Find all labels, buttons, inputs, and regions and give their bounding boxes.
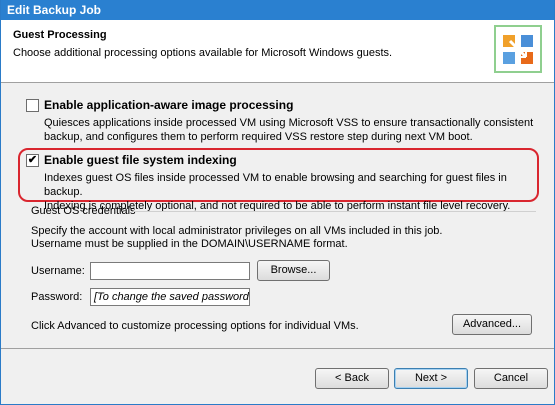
- indexing-description-line1: Indexes guest OS files inside processed …: [44, 172, 507, 198]
- browse-button[interactable]: Browse...: [257, 260, 330, 281]
- credentials-group-label: Guest OS credentials: [31, 205, 136, 217]
- edit-backup-job-window: Edit Backup Job Guest Processing Choose …: [0, 0, 555, 405]
- advanced-button[interactable]: Advanced...: [452, 314, 532, 335]
- indexing-label[interactable]: Enable guest file system indexing: [44, 153, 237, 167]
- app-aware-description: Quiesces applications inside processed V…: [44, 116, 544, 144]
- page-title: Guest Processing: [13, 29, 107, 41]
- indexing-checkbox[interactable]: ✔: [26, 154, 39, 167]
- footer-divider: [1, 348, 554, 349]
- app-aware-checkbox[interactable]: [26, 99, 39, 112]
- cancel-button[interactable]: Cancel: [474, 368, 548, 389]
- guest-processing-icon: [494, 25, 542, 73]
- app-aware-description-line2: backup, and configures them to perform r…: [44, 131, 473, 143]
- advanced-hint: Click Advanced to customize processing o…: [31, 320, 359, 332]
- password-label: Password:: [31, 291, 83, 303]
- credentials-help-line1: Specify the account with local administr…: [31, 225, 443, 237]
- back-button[interactable]: < Back: [315, 368, 389, 389]
- next-button[interactable]: Next >: [394, 368, 468, 389]
- page-subtitle: Choose additional processing options ava…: [13, 47, 393, 59]
- username-input[interactable]: [90, 262, 250, 280]
- window-title: Edit Backup Job: [1, 0, 554, 20]
- password-input[interactable]: [To change the saved password,: [90, 288, 250, 306]
- wizard-header: Guest Processing Choose additional proce…: [1, 20, 554, 83]
- username-label: Username:: [31, 265, 85, 277]
- credentials-group-divider: [133, 211, 536, 212]
- credentials-help-line2: Username must be supplied in the DOMAIN\…: [31, 238, 348, 250]
- app-aware-description-line1: Quiesces applications inside processed V…: [44, 117, 534, 129]
- app-aware-label[interactable]: Enable application-aware image processin…: [44, 98, 293, 112]
